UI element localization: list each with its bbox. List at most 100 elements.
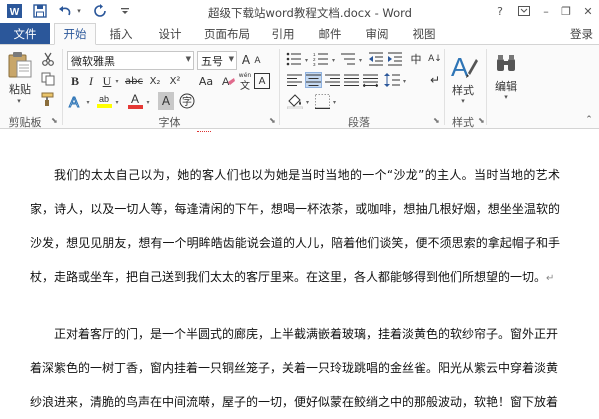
increase-indent-icon[interactable] bbox=[386, 51, 403, 67]
font-group-label: 字体 bbox=[158, 116, 181, 129]
phonetic-guide-button[interactable]: 文 bbox=[238, 78, 252, 92]
font-color-dropdown-icon[interactable]: ▾ bbox=[144, 95, 152, 109]
paragraph-2-line-2: 着深紫色的一树丁香，窗内挂着一只铜丝笼子，关着一只玲珑跳唱的金丝雀。阳光从紫云中… bbox=[30, 361, 559, 375]
bold-button[interactable]: B bbox=[68, 73, 82, 89]
spelling-mark bbox=[197, 129, 211, 132]
subscript-button[interactable]: X₂ bbox=[146, 73, 164, 89]
numbering-dropdown-icon[interactable]: ▾ bbox=[330, 54, 337, 66]
format-painter-icon[interactable] bbox=[40, 91, 56, 107]
binoculars-icon[interactable] bbox=[492, 50, 520, 78]
show-marks-button[interactable]: ↵ bbox=[426, 72, 444, 88]
copy-icon[interactable] bbox=[40, 71, 56, 87]
login-link[interactable]: 登录 bbox=[570, 23, 593, 45]
clipboard-launcher-icon[interactable]: ⬊ bbox=[51, 116, 60, 125]
minimize-button[interactable]: – bbox=[536, 2, 556, 20]
document-area[interactable]: 我们的太太自己以为，她的客人们也以为她是当时当地的一个“沙龙”的主人。当时当地的… bbox=[0, 129, 599, 419]
tab-insert[interactable]: 插入 bbox=[101, 23, 141, 45]
justify-icon[interactable] bbox=[343, 72, 360, 88]
change-case-button[interactable]: Aa bbox=[196, 73, 216, 89]
tab-page-layout[interactable]: 页面布局 bbox=[198, 23, 256, 45]
styles-icon[interactable]: A bbox=[449, 50, 479, 82]
paragraph-mark: ↵ bbox=[546, 273, 555, 284]
font-color-glyph: A bbox=[130, 92, 139, 106]
strikethrough-button[interactable]: abc bbox=[123, 73, 145, 89]
italic-button[interactable]: I bbox=[84, 73, 98, 89]
ribbon-display-icon[interactable] bbox=[514, 2, 534, 20]
text-effects-icon[interactable]: A bbox=[68, 92, 84, 110]
styles-group-label: 样式 bbox=[452, 116, 474, 129]
bullets-dropdown-icon[interactable]: ▾ bbox=[303, 54, 310, 66]
character-shading-button[interactable]: A bbox=[158, 92, 174, 110]
collapse-ribbon-icon[interactable]: ⌃ bbox=[583, 114, 595, 126]
svg-text:A: A bbox=[451, 52, 469, 81]
paragraph-2[interactable]: 正对着客厅的门，是一个半圆式的廊庑，上半截满嵌着玻璃，挂着淡黄色的软纱帘子。窗外… bbox=[30, 317, 560, 419]
font-color-bar bbox=[127, 105, 143, 109]
editing-button[interactable]: 编辑 bbox=[489, 79, 523, 93]
highlight-dropdown-icon[interactable]: ▾ bbox=[113, 95, 121, 109]
chevron-down-icon: ▼ bbox=[228, 55, 234, 63]
paragraph-2-line-3: 纱浪进来，清脆的鸟声在中间流啭，屋子的一切，便好似蒙在鲛绡之中的那般波动，软艳！… bbox=[30, 395, 559, 409]
highlight-glyph: ab bbox=[98, 94, 109, 104]
numbering-icon[interactable]: 123 bbox=[312, 51, 330, 67]
paragraph-group-label: 段落 bbox=[348, 116, 370, 129]
enclose-char-icon[interactable]: 字 bbox=[178, 92, 196, 110]
tab-view[interactable]: 视图 bbox=[404, 23, 444, 45]
text-effects-dropdown-icon[interactable]: ▾ bbox=[84, 95, 92, 109]
borders-dropdown-icon[interactable]: ▾ bbox=[331, 96, 338, 108]
clear-formatting-icon[interactable]: A bbox=[220, 73, 236, 89]
undo-dropdown-icon[interactable]: ▾ bbox=[74, 3, 84, 19]
multilevel-list-icon[interactable] bbox=[339, 51, 357, 67]
align-right-icon[interactable] bbox=[324, 72, 341, 88]
styles-button[interactable]: 样式 bbox=[447, 83, 479, 97]
help-button[interactable]: ? bbox=[490, 2, 510, 20]
save-icon[interactable] bbox=[31, 3, 49, 19]
shrink-font-button[interactable]: A bbox=[252, 54, 263, 68]
font-name-combo[interactable]: 微软雅黑 ▼ bbox=[67, 51, 194, 70]
close-button[interactable]: ✕ bbox=[578, 2, 598, 20]
cut-icon[interactable] bbox=[40, 51, 56, 67]
bullets-icon[interactable] bbox=[285, 51, 303, 67]
font-launcher-icon[interactable]: ⬊ bbox=[269, 116, 278, 125]
paragraph-1[interactable]: 我们的太太自己以为，她的客人们也以为她是当时当地的一个“沙龙”的主人。当时当地的… bbox=[30, 158, 560, 296]
line-spacing-icon[interactable] bbox=[383, 72, 401, 88]
multilevel-dropdown-icon[interactable]: ▾ bbox=[357, 54, 364, 66]
highlight-button[interactable]: ab bbox=[95, 92, 113, 110]
paragraph-launcher-icon[interactable]: ⬊ bbox=[433, 116, 442, 125]
clipboard-group-label: 剪贴板 bbox=[8, 116, 42, 129]
tab-mailings[interactable]: 邮件 bbox=[310, 23, 350, 45]
shading-icon[interactable] bbox=[286, 93, 304, 109]
redo-icon[interactable] bbox=[91, 3, 109, 19]
grow-font-button[interactable]: A bbox=[240, 52, 252, 68]
font-size-combo[interactable]: 五号 ▼ bbox=[197, 51, 237, 70]
tab-references[interactable]: 引用 bbox=[263, 23, 303, 45]
paste-dropdown-icon[interactable]: ▾ bbox=[12, 96, 26, 106]
enclose-characters-button[interactable]: A bbox=[254, 73, 270, 89]
borders-icon[interactable] bbox=[313, 93, 331, 109]
align-left-icon[interactable] bbox=[286, 72, 303, 88]
tab-file[interactable]: 文件 bbox=[0, 23, 50, 45]
ribbon: 粘贴 ▾ 剪贴板 ⬊ 微软雅黑 ▼ 五号 ▼ A A B I U ▾ abc X… bbox=[0, 44, 599, 129]
shading-dropdown-icon[interactable]: ▾ bbox=[304, 96, 311, 108]
paste-button[interactable]: 粘贴 bbox=[5, 82, 35, 96]
align-center-icon[interactable] bbox=[305, 72, 322, 88]
underline-dropdown-icon[interactable]: ▾ bbox=[113, 73, 121, 89]
undo-icon[interactable] bbox=[56, 3, 74, 19]
distributed-icon[interactable] bbox=[362, 72, 379, 88]
paste-icon[interactable] bbox=[5, 50, 35, 80]
restore-button[interactable]: ❐ bbox=[556, 2, 576, 20]
sort-button[interactable]: A↓ bbox=[426, 51, 444, 67]
line-spacing-dropdown-icon[interactable]: ▾ bbox=[401, 75, 408, 87]
styles-dropdown-icon[interactable]: ▾ bbox=[456, 96, 470, 106]
tab-home[interactable]: 开始 bbox=[54, 23, 96, 45]
svg-text:A: A bbox=[69, 94, 79, 109]
customize-icon[interactable] bbox=[118, 3, 132, 19]
asian-layout-dropdown-icon bbox=[404, 51, 412, 67]
tab-review[interactable]: 审阅 bbox=[357, 23, 397, 45]
svg-text:W: W bbox=[9, 7, 19, 18]
decrease-indent-icon[interactable] bbox=[367, 51, 384, 67]
tab-design[interactable]: 设计 bbox=[150, 23, 190, 45]
font-color-button[interactable]: A bbox=[126, 92, 144, 110]
superscript-button[interactable]: X² bbox=[166, 73, 184, 89]
editing-dropdown-icon[interactable]: ▾ bbox=[499, 92, 513, 102]
underline-button[interactable]: U bbox=[100, 73, 114, 89]
